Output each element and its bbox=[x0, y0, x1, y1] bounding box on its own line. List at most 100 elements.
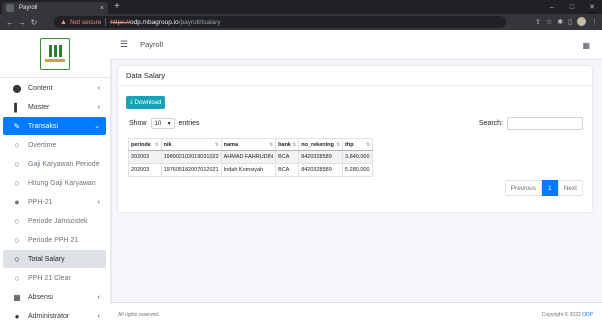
cell-periode: 202003 bbox=[128, 163, 162, 177]
tab-close-icon[interactable]: × bbox=[100, 5, 104, 12]
next-page-button[interactable]: Next bbox=[557, 180, 583, 196]
browser-toolbar: ← → ↻ ▲ Not secure https:// odp.mbagroup… bbox=[0, 14, 602, 30]
column-header-thp[interactable]: thp ⇅ bbox=[342, 138, 373, 151]
sidebar-item-total-salary[interactable]: ○ Total Salary bbox=[3, 250, 106, 268]
security-label[interactable]: Not secure bbox=[70, 19, 101, 26]
circle-filled-icon: ● bbox=[14, 197, 20, 207]
chevron-left-icon: ‹ bbox=[97, 84, 100, 92]
sidebar-item-label: Overtime bbox=[28, 141, 57, 149]
search-label: Search: bbox=[478, 120, 503, 127]
sidebar-item-label: Periode Jamsostek bbox=[28, 217, 88, 225]
cell-thp: 3.840.000 bbox=[342, 150, 373, 164]
table-row: 202003 197605182007012021 Indah Komsiyah… bbox=[128, 163, 373, 177]
table-header-row: periode ⇅ nik ⇅ nama ⇅ bank ⇅ no_rekening ⇅ t… bbox=[128, 138, 373, 151]
tab-title: Payroll bbox=[19, 5, 38, 11]
sidebar-item-label: PPH 21 Clear bbox=[28, 274, 71, 282]
more-menu-icon[interactable]: ⋮ bbox=[591, 18, 598, 26]
address-bar[interactable]: ▲ Not secure https:// odp.mbagroup.io /p… bbox=[54, 16, 506, 28]
back-icon[interactable]: ← bbox=[4, 18, 16, 27]
entries-select[interactable]: 10 ▼ bbox=[150, 118, 175, 129]
footer-brand-link[interactable]: ODP bbox=[582, 312, 593, 318]
new-tab-icon[interactable]: + bbox=[114, 1, 120, 12]
download-button[interactable]: ⤓ Download bbox=[126, 96, 166, 109]
table-search: Search: bbox=[479, 117, 583, 130]
sidebar-item-label: Master bbox=[28, 103, 50, 111]
cell-no-rekening: 8420328589 bbox=[298, 163, 344, 177]
sidebar-item-pph21[interactable]: ● PPH-21 ‹ bbox=[3, 193, 106, 211]
forward-icon[interactable]: → bbox=[16, 18, 28, 27]
cell-no-rekening: 8420328589 bbox=[298, 150, 344, 164]
sidebar-item-absensi[interactable]: ▦ Absensi ‹ bbox=[3, 288, 106, 306]
reload-icon[interactable]: ↻ bbox=[28, 18, 40, 27]
cell-thp: 5.280.000 bbox=[342, 163, 373, 177]
sidebar-item-hitung-gaji-karyawan[interactable]: ○ Hitung Gaji Karyawan bbox=[3, 174, 106, 192]
sidebar-item-label: Gaji Karyawan Periode bbox=[28, 160, 100, 168]
column-header-nik[interactable]: nik ⇅ bbox=[160, 138, 222, 151]
close-window-icon[interactable]: ✕ bbox=[582, 3, 602, 11]
table-row: 202003 198902102019031022 AHMAD FAHRUDIN… bbox=[128, 150, 373, 164]
sort-icon: ⇅ bbox=[154, 142, 159, 147]
cell-nama: AHMAD FAHRUDIN bbox=[220, 150, 277, 164]
circle-outline-icon: ○ bbox=[14, 178, 20, 188]
toolbar-icons: ⇪ ☆ ✱ ▯ ⋮ bbox=[535, 17, 598, 26]
navbar-title[interactable]: Payroll bbox=[140, 40, 163, 49]
page-1-button[interactable]: 1 bbox=[542, 180, 558, 196]
edit-icon: ✎ bbox=[13, 121, 21, 131]
sidebar-item-master[interactable]: ▌ Master ‹ bbox=[3, 98, 106, 116]
minimize-icon[interactable]: – bbox=[542, 4, 562, 11]
top-navbar: ☰ Payroll ▦ bbox=[110, 30, 602, 60]
sidebar-item-pph21-clear[interactable]: ○ PPH 21 Clear bbox=[3, 269, 106, 287]
column-header-nama[interactable]: nama ⇅ bbox=[220, 138, 277, 151]
chevron-left-icon: ‹ bbox=[97, 312, 100, 320]
sort-icon: ⇅ bbox=[269, 142, 274, 147]
sidebar-item-label: Content bbox=[28, 84, 53, 92]
menu-toggle-icon[interactable]: ☰ bbox=[120, 39, 128, 50]
apps-grid-icon[interactable]: ▦ bbox=[582, 41, 590, 50]
download-label: Download bbox=[134, 99, 162, 106]
circle-outline-icon: ○ bbox=[14, 140, 20, 150]
sidebar-item-gaji-karyawan-periode[interactable]: ○ Gaji Karyawan Periode bbox=[3, 155, 106, 173]
previous-page-button[interactable]: Previous bbox=[504, 180, 542, 196]
sidebar-item-periode-pph21[interactable]: ○ Periode PPH 21 bbox=[3, 231, 106, 249]
sidebar-item-content[interactable]: ⬤ Content ‹ bbox=[3, 79, 106, 97]
sidebar-item-label: Periode PPH 21 bbox=[28, 236, 79, 244]
sidebar-toggle-icon[interactable]: ▯ bbox=[568, 18, 572, 26]
chevron-left-icon: ‹ bbox=[97, 198, 100, 206]
entries-length-control: Show 10 ▼ entries bbox=[129, 118, 200, 129]
sort-icon: ⇅ bbox=[336, 142, 341, 147]
profile-avatar[interactable] bbox=[577, 17, 586, 26]
circle-outline-icon: ○ bbox=[14, 273, 20, 283]
cell-nama: Indah Komsiyah bbox=[220, 163, 277, 177]
footer: All rights reserved. Copyright © 2022 OD… bbox=[110, 302, 602, 325]
column-header-periode[interactable]: periode ⇅ bbox=[128, 138, 162, 151]
data-salary-card: Data Salary ⤓ Download Show 10 ▼ entries… bbox=[118, 66, 592, 212]
browser-tab[interactable]: Payroll × bbox=[2, 2, 108, 14]
sidebar-item-administrator[interactable]: ● Administrator ‹ bbox=[3, 307, 106, 325]
circle-outline-icon: ○ bbox=[14, 254, 20, 264]
sort-icon: ⇅ bbox=[292, 142, 297, 147]
extensions-icon[interactable]: ✱ bbox=[557, 18, 563, 26]
entries-value: 10 bbox=[154, 120, 162, 127]
cell-bank: BCA bbox=[275, 150, 300, 164]
sidebar-item-periode-jamsostek[interactable]: ○ Periode Jamsostek bbox=[3, 212, 106, 230]
cell-nik: 197605182007012021 bbox=[160, 163, 222, 177]
chevron-left-icon: ‹ bbox=[97, 103, 100, 111]
sidebar-item-transaksi[interactable]: ✎ Transaksi ⌄ bbox=[3, 117, 106, 135]
column-header-bank[interactable]: bank ⇅ bbox=[275, 138, 300, 151]
cell-bank: BCA bbox=[275, 163, 300, 177]
star-icon[interactable]: ☆ bbox=[546, 18, 552, 26]
sidebar-item-overtime[interactable]: ○ Overtime bbox=[3, 136, 106, 154]
url-host: odp.mbagroup.io bbox=[129, 18, 179, 26]
circle-outline-icon: ○ bbox=[14, 159, 20, 169]
footer-rights: All rights reserved. bbox=[118, 312, 160, 318]
sidebar-item-label: Absensi bbox=[28, 293, 53, 301]
footer-copyright: Copyright © 2022 ODP bbox=[541, 312, 593, 318]
pagination: Previous 1 Next bbox=[504, 180, 583, 196]
search-input[interactable] bbox=[507, 117, 583, 130]
brand-logo-area[interactable] bbox=[0, 30, 110, 78]
sort-icon: ⇅ bbox=[366, 142, 370, 147]
column-header-no-rekening[interactable]: no_rekening ⇅ bbox=[298, 138, 344, 151]
share-icon[interactable]: ⇪ bbox=[535, 18, 541, 26]
maximize-icon[interactable]: □ bbox=[562, 4, 582, 11]
chevron-down-icon: ▼ bbox=[166, 120, 172, 127]
